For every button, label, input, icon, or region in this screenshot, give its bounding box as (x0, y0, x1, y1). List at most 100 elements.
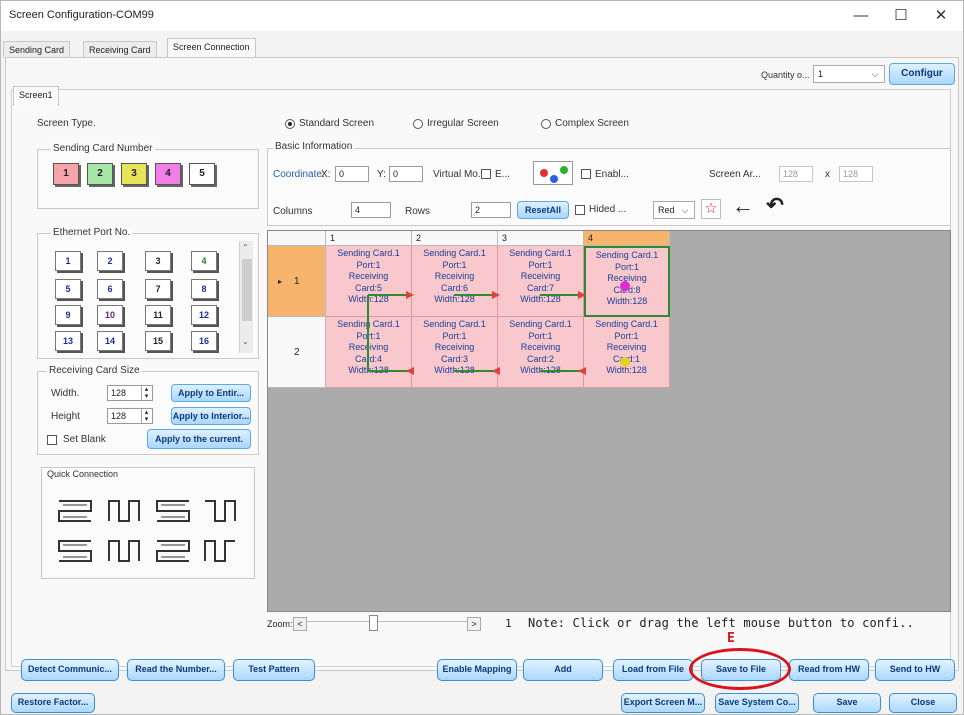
sending-card-3[interactable]: 3 (121, 163, 147, 185)
height-input[interactable]: 128 ▴ ▾ (107, 408, 153, 424)
minimize-button[interactable]: — (841, 3, 881, 29)
screen-width-input[interactable]: 128 (779, 166, 813, 182)
close-button[interactable]: Close (889, 693, 957, 713)
sending-card-5[interactable]: 5 (189, 163, 215, 185)
serpentine-pattern-3-icon (156, 500, 190, 522)
enable-checkbox[interactable] (581, 169, 591, 179)
zoom-label: Zoom: (267, 619, 293, 629)
detect-communication-button[interactable]: Detect Communic... (21, 659, 119, 681)
color-dots-icon[interactable] (533, 161, 573, 185)
quick-connection-title: Quick Connection (47, 469, 119, 479)
send-to-hw-button[interactable]: Send to HW (875, 659, 955, 681)
port-3[interactable]: 3 (145, 251, 171, 271)
tab-screen-connection[interactable]: Screen Connection (167, 38, 256, 58)
height-spinner-icon[interactable]: ▴ ▾ (141, 409, 151, 423)
port-9[interactable]: 9 (55, 305, 81, 325)
start-marker-icon (620, 357, 630, 367)
sending-card-1[interactable]: 1 (53, 163, 79, 185)
y-input[interactable]: 0 (389, 166, 423, 182)
arrow-right-icon (406, 291, 414, 299)
tab-screen1[interactable]: Screen1 (13, 86, 59, 106)
port-scrollbar[interactable]: ⌃ ⌄ (239, 241, 253, 353)
apply-current-button[interactable]: Apply to the current. (147, 429, 251, 449)
virtual-mode-checkbox[interactable] (481, 169, 491, 179)
arrow-left-icon[interactable]: ← (731, 195, 755, 219)
save-button[interactable]: Save (813, 693, 881, 713)
sending-card-2[interactable]: 2 (87, 163, 113, 185)
maximize-button[interactable]: ☐ (881, 3, 921, 29)
quantity-label: Quantity o... (761, 70, 810, 80)
configure-button[interactable]: Configur (889, 63, 955, 85)
read-from-hw-button[interactable]: Read from HW (789, 659, 869, 681)
irregular-screen-radio[interactable] (413, 119, 423, 129)
zoom-track[interactable] (307, 621, 467, 627)
screen-area-label: Screen Ar... (709, 169, 761, 180)
standard-screen-radio[interactable] (285, 119, 295, 129)
port-4[interactable]: 4 (191, 251, 217, 271)
height-value: 128 (111, 411, 127, 421)
read-the-number-button[interactable]: Read the Number... (127, 659, 225, 681)
export-screen-button[interactable]: Export Screen M... (621, 693, 705, 713)
serpentine-pattern-1-icon (58, 500, 92, 522)
set-blank-checkbox[interactable] (47, 435, 57, 445)
port-10[interactable]: 10 (97, 305, 123, 325)
highlight-ellipse (689, 648, 791, 690)
arrow-left-icon (406, 367, 414, 375)
serpentine-pattern-6-icon (108, 540, 140, 562)
port-12[interactable]: 12 (191, 305, 217, 325)
quantity-select[interactable]: 1 ⌵ (813, 65, 885, 83)
screen-height-input[interactable]: 128 (839, 166, 873, 182)
columns-input[interactable]: 4 (351, 202, 391, 218)
tab-receiving-card[interactable]: Receiving Card (83, 41, 157, 58)
quantity-value: 1 (818, 69, 824, 79)
port-13[interactable]: 13 (55, 331, 81, 351)
port-14[interactable]: 14 (97, 331, 123, 351)
reset-all-button[interactable]: ResetAll (517, 201, 569, 219)
complex-screen-radio[interactable] (541, 119, 551, 129)
port-6[interactable]: 6 (97, 279, 123, 299)
connection-grid[interactable]: 1 2 3 4 ▸ 1 2 Sending Card.1 Port:1 Rece… (267, 230, 951, 612)
width-spinner-icon[interactable]: ▴ ▾ (141, 386, 151, 400)
port-7[interactable]: 7 (145, 279, 171, 299)
serpentine-pattern-4-icon (205, 500, 236, 522)
hidden-checkbox[interactable] (575, 205, 585, 215)
tab-sending-card[interactable]: Sending Card (3, 41, 71, 58)
ethernet-port-grid: 1 2 3 4 5 6 7 8 9 10 11 12 13 14 15 16 (47, 247, 237, 355)
port-15[interactable]: 15 (145, 331, 171, 351)
x-input[interactable]: 0 (335, 166, 369, 182)
irregular-screen-label: Irregular Screen (427, 118, 499, 129)
port-16[interactable]: 16 (191, 331, 217, 351)
y-label: Y: (377, 169, 386, 180)
enable-mapping-button[interactable]: Enable Mapping (437, 659, 517, 681)
color-select[interactable]: Red ⌵ (653, 201, 695, 219)
quick-connection-patterns (58, 500, 236, 562)
scrollbar-thumb[interactable] (242, 259, 252, 321)
standard-screen-label: Standard Screen (299, 118, 375, 129)
restore-factory-button[interactable]: Restore Factor... (11, 693, 95, 713)
undo-icon[interactable]: ↶ (763, 195, 787, 219)
port-5[interactable]: 5 (55, 279, 81, 299)
save-system-config-button[interactable]: Save System Co... (715, 693, 799, 713)
port-2[interactable]: 2 (97, 251, 123, 271)
port-1[interactable]: 1 (55, 251, 81, 271)
zoom-out-button[interactable]: < (293, 617, 307, 631)
chevron-up-icon[interactable]: ⌃ (242, 243, 249, 252)
load-from-file-button[interactable]: Load from File (613, 659, 693, 681)
width-value: 128 (111, 388, 127, 398)
apply-interior-button[interactable]: Apply to Interior... (171, 407, 251, 425)
star-icon[interactable]: ☆ (701, 199, 721, 219)
width-input[interactable]: 128 ▴ ▾ (107, 385, 153, 401)
window-close-button[interactable]: ✕ (921, 3, 961, 29)
port-8[interactable]: 8 (191, 279, 217, 299)
sending-card-4[interactable]: 4 (155, 163, 181, 185)
add-button[interactable]: Add (523, 659, 603, 681)
serpentine-pattern-7-icon (156, 540, 190, 562)
rows-input[interactable]: 2 (471, 202, 511, 218)
virtual-mode-label: Virtual Mo... (433, 169, 487, 180)
zoom-in-button[interactable]: > (467, 617, 481, 631)
apply-entire-button[interactable]: Apply to Entir... (171, 384, 251, 402)
chevron-down-icon[interactable]: ⌄ (242, 337, 249, 346)
zoom-slider-thumb[interactable] (369, 615, 378, 631)
test-pattern-button[interactable]: Test Pattern (233, 659, 315, 681)
port-11[interactable]: 11 (145, 305, 171, 325)
